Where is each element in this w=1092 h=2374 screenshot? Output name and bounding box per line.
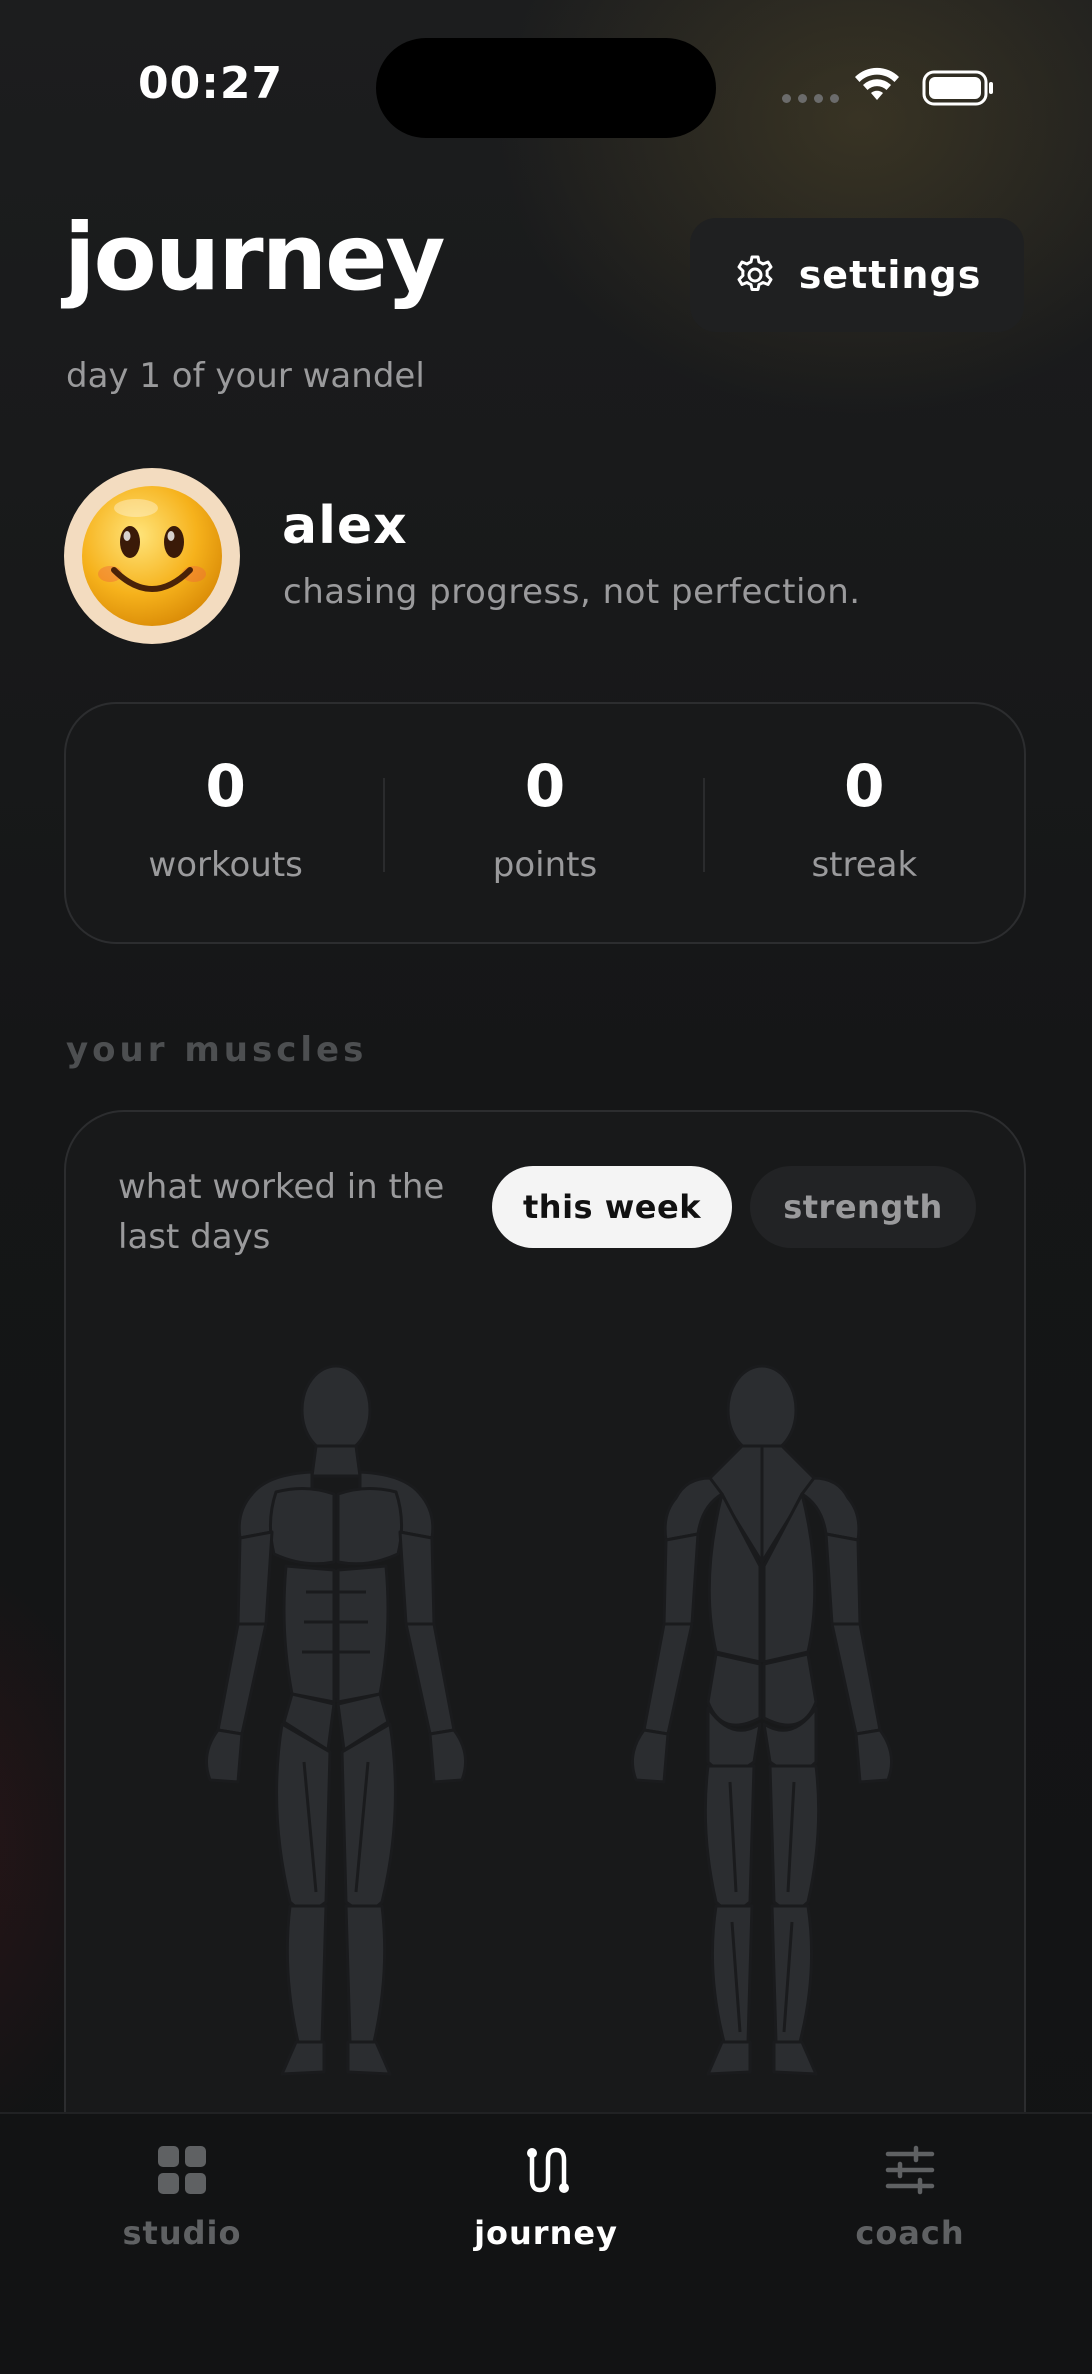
front-body-icon	[204, 1364, 468, 2076]
page-subtitle: day 1 of your wandel	[66, 356, 425, 396]
stat-streak: 0 streak	[705, 704, 1024, 942]
gear-icon	[737, 255, 773, 291]
tab-label: studio	[122, 2214, 242, 2252]
stat-value: 0	[524, 752, 566, 820]
status-time: 00:27	[138, 58, 284, 109]
tab-label: coach	[855, 2214, 965, 2252]
tab-coach[interactable]: coach	[800, 2144, 1020, 2252]
avatar[interactable]	[64, 468, 240, 644]
route-icon	[527, 2147, 569, 2193]
page-title: journey	[64, 204, 445, 311]
profile-bio: chasing progress, not perfection.	[283, 572, 861, 612]
stat-value: 0	[205, 752, 246, 820]
stat-points: 0 points	[385, 704, 705, 942]
stat-label: points	[492, 845, 598, 885]
tab-label: journey	[474, 2214, 618, 2252]
cellular-signal-icon	[782, 94, 839, 103]
back-body-icon	[630, 1364, 894, 2076]
dynamic-island	[376, 38, 716, 138]
sliders-icon	[885, 2145, 935, 2195]
journey-screen: 00:27 journey day 1 of your wandel setti…	[0, 0, 1092, 2374]
section-title: your muscles	[66, 1030, 368, 1070]
card-caption: what worked in the last days	[118, 1167, 445, 1257]
settings-button[interactable]: settings	[690, 218, 1024, 332]
wifi-icon	[855, 67, 899, 100]
stats-card: 0 workouts 0 points 0 streak	[64, 702, 1026, 944]
chip-strength[interactable]: strength	[750, 1166, 976, 1248]
smiley-face-icon	[82, 486, 222, 626]
stat-value: 0	[844, 752, 885, 820]
grid-icon	[158, 2146, 206, 2194]
stat-label: workouts	[148, 845, 303, 885]
profile-name: alex	[282, 496, 408, 556]
battery-icon	[922, 70, 993, 106]
tab-bar: studio journey coach	[0, 2112, 1092, 2374]
stat-workouts: 0 workouts	[66, 704, 386, 942]
tab-journey[interactable]: journey	[436, 2144, 656, 2252]
tab-studio[interactable]: studio	[72, 2144, 292, 2252]
stat-label: streak	[811, 845, 918, 885]
chip-this-week[interactable]: this week	[492, 1166, 732, 1248]
settings-label: settings	[798, 253, 982, 297]
